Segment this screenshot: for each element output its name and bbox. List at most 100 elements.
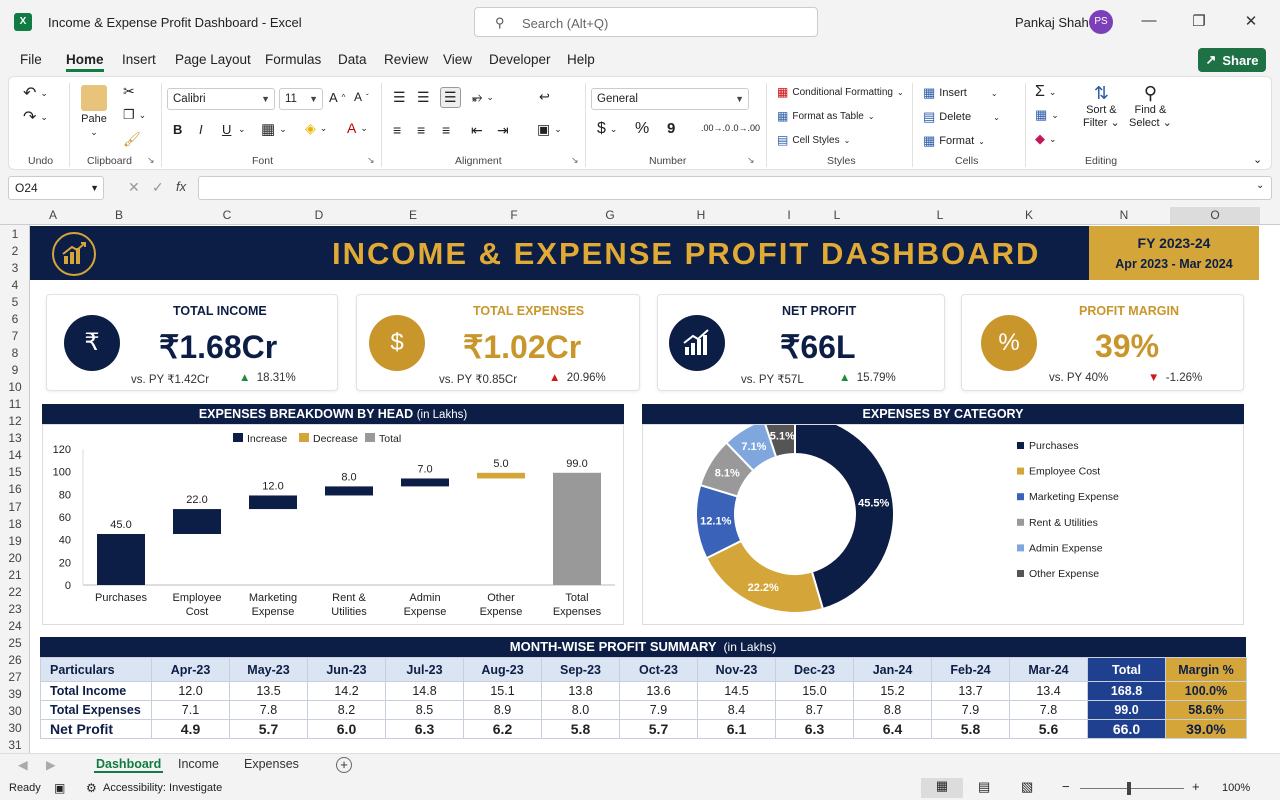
conditional-formatting-button[interactable]: ▦ Conditional Formatting ⌄ [777, 85, 904, 99]
cell-styles-button[interactable]: ▤ Cell Styles ⌄ [777, 133, 850, 147]
page-break-view-icon[interactable]: ▧ [1021, 779, 1033, 795]
table-cell[interactable]: 8.9 [463, 700, 542, 720]
table-cell[interactable]: 5.8 [541, 719, 620, 739]
column-header[interactable]: H [687, 208, 715, 222]
copy-icon[interactable]: ❐ ⌄ [123, 107, 146, 123]
autosum-icon[interactable]: Σ ⌄ [1035, 83, 1056, 101]
table-cell[interactable]: 4.9 [151, 719, 230, 739]
sheet-tab-dashboard[interactable]: Dashboard [94, 757, 164, 773]
table-cell[interactable]: 8.8 [853, 700, 932, 720]
font-name-combo[interactable]: Calibri ▼ [167, 88, 275, 110]
zoom-out-icon[interactable]: − [1062, 779, 1070, 794]
format-cells-button[interactable]: ▦ Format ⌄ [923, 133, 985, 149]
align-center-icon[interactable]: ≡ [417, 122, 425, 138]
clear-icon[interactable]: ◆ ⌄ [1035, 131, 1057, 147]
column-header[interactable]: G [596, 208, 624, 222]
grow-font-icon[interactable]: A ^ [329, 90, 345, 105]
table-cell[interactable]: 13.8 [541, 681, 620, 701]
font-launcher-icon[interactable]: ↘ [367, 155, 375, 166]
table-cell[interactable]: 8.2 [307, 700, 386, 720]
table-cell[interactable]: 8.4 [697, 700, 776, 720]
row-header[interactable]: 27 [0, 670, 30, 684]
table-cell[interactable]: 15.1 [463, 681, 542, 701]
table-cell[interactable]: 7.1 [151, 700, 230, 720]
menu-view[interactable]: View [443, 52, 472, 67]
column-header[interactable]: F [500, 208, 528, 222]
align-left-icon[interactable]: ≡ [393, 122, 401, 138]
column-header[interactable]: L [926, 208, 954, 222]
table-cell[interactable]: 13.4 [1009, 681, 1088, 701]
row-header[interactable]: 21 [0, 568, 30, 582]
accessibility-icon[interactable]: ⚙ [86, 781, 97, 795]
menu-page-layout[interactable]: Page Layout [175, 52, 251, 67]
row-header[interactable]: 3 [0, 261, 30, 275]
shrink-font-icon[interactable]: Aˇ [354, 90, 369, 104]
row-header[interactable]: 7 [0, 329, 30, 343]
search-box[interactable]: ⚲ Search (Alt+Q) [474, 7, 818, 37]
underline-button[interactable]: U [222, 122, 231, 137]
column-header[interactable]: C [213, 208, 241, 222]
zoom-level[interactable]: 100% [1222, 782, 1250, 794]
number-format-combo[interactable]: General ▼ [591, 88, 749, 110]
menu-file[interactable]: File [20, 52, 42, 67]
row-header[interactable]: 13 [0, 431, 30, 445]
table-cell[interactable]: 8.5 [385, 700, 464, 720]
row-header[interactable]: 25 [0, 636, 30, 650]
row-header[interactable]: 39 [0, 687, 30, 701]
share-button[interactable]: ↗ Share [1198, 48, 1266, 72]
row-header[interactable]: 20 [0, 551, 30, 565]
insert-cells-button[interactable]: ▦ Insert ⌄ [923, 85, 998, 101]
italic-button[interactable]: I [199, 122, 203, 137]
table-cell[interactable]: 8.0 [541, 700, 620, 720]
comma-style-button[interactable]: 9 [667, 120, 675, 137]
column-header[interactable]: L [823, 208, 851, 222]
menu-developer[interactable]: Developer [489, 52, 551, 67]
align-top-icon[interactable]: ☰ [393, 89, 406, 106]
delete-cells-button[interactable]: ▤ Delete ⌄ [923, 109, 1000, 125]
menu-formulas[interactable]: Formulas [265, 52, 321, 67]
orientation-icon[interactable]: ⥵ ⌄ [472, 89, 494, 105]
table-cell[interactable]: 58.6% [1165, 700, 1247, 720]
alignment-launcher-icon[interactable]: ↘ [571, 155, 579, 166]
table-cell[interactable]: 6.1 [697, 719, 776, 739]
borders-icon[interactable]: ▦ ⌄ [261, 120, 287, 138]
menu-help[interactable]: Help [567, 52, 595, 67]
row-header[interactable]: 24 [0, 619, 30, 633]
add-sheet-icon[interactable]: + [336, 757, 352, 773]
decrease-indent-icon[interactable]: ⇤ [471, 122, 483, 139]
row-header[interactable]: 6 [0, 312, 30, 326]
row-header[interactable]: 17 [0, 500, 30, 514]
row-header[interactable]: 2 [0, 244, 30, 258]
avatar[interactable]: PS [1089, 10, 1113, 34]
row-header[interactable]: 10 [0, 380, 30, 394]
macro-record-icon[interactable]: ▣ [54, 781, 65, 795]
table-cell[interactable]: 13.6 [619, 681, 698, 701]
row-header[interactable]: 9 [0, 363, 30, 377]
table-cell[interactable]: 14.2 [307, 681, 386, 701]
align-bottom-icon[interactable]: ☰ [440, 87, 461, 108]
table-cell[interactable]: 15.2 [853, 681, 932, 701]
row-header[interactable]: 4 [0, 278, 30, 292]
column-header[interactable]: K [1015, 208, 1043, 222]
table-cell[interactable]: 7.9 [619, 700, 698, 720]
insert-function-icon[interactable]: fx [176, 179, 186, 194]
row-header[interactable]: 5 [0, 295, 30, 309]
column-header[interactable]: I [775, 208, 803, 222]
chevron-down-icon[interactable]: ⌄ [238, 124, 246, 135]
menu-data[interactable]: Data [338, 52, 367, 67]
table-cell[interactable]: 168.8 [1087, 681, 1166, 701]
normal-view-icon[interactable]: ▦ [921, 778, 963, 798]
collapse-ribbon-icon[interactable]: ⌄ [1253, 153, 1262, 166]
fill-color-icon[interactable]: ◈ ⌄ [305, 120, 327, 137]
page-layout-view-icon[interactable]: ▤ [978, 779, 990, 795]
font-color-icon[interactable]: A ⌄ [347, 120, 368, 136]
prev-sheet-icon[interactable]: ◀ [18, 757, 28, 772]
column-header[interactable]: D [305, 208, 333, 222]
cancel-icon[interactable]: ✕ [128, 179, 140, 196]
row-header[interactable]: 11 [0, 397, 30, 411]
table-cell[interactable]: Total Expenses [40, 700, 152, 720]
table-cell[interactable]: 39.0% [1165, 719, 1247, 739]
table-cell[interactable]: Total Income [40, 681, 152, 701]
close-icon[interactable]: ✕ [1241, 12, 1261, 30]
row-header[interactable]: 16 [0, 482, 30, 496]
